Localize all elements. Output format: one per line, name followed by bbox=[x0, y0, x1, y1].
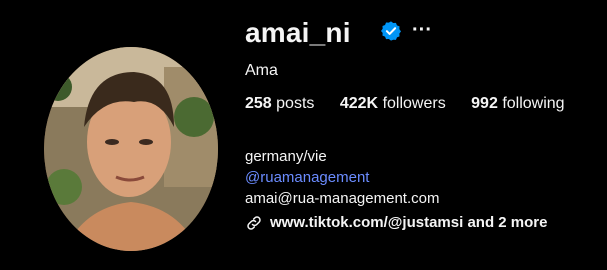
profile-stats: 258 posts 422K followers 992 following bbox=[245, 93, 586, 115]
more-options-icon[interactable]: ··· bbox=[412, 15, 432, 45]
links-text[interactable]: www.tiktok.com/@justamsi and 2 more bbox=[270, 212, 547, 233]
followers-count: 422K bbox=[339, 95, 379, 112]
profile-bio: germany/vie @ruamanagement amai@rua-mana… bbox=[245, 146, 439, 209]
profile-links[interactable]: www.tiktok.com/@justamsi and 2 more bbox=[245, 212, 547, 233]
profile-full-name: Ama bbox=[245, 62, 278, 79]
posts-count: 258 bbox=[245, 95, 272, 112]
bio-mention-link[interactable]: @ruamanagement bbox=[245, 167, 439, 188]
followers-label: followers bbox=[382, 95, 446, 112]
posts-stat: 258 posts bbox=[245, 95, 314, 112]
following-count: 992 bbox=[471, 95, 498, 112]
verified-badge-icon bbox=[381, 21, 401, 41]
profile-avatar[interactable] bbox=[44, 47, 218, 251]
link-icon bbox=[247, 215, 261, 230]
profile-username: amai_ni bbox=[245, 17, 351, 48]
following-stat[interactable]: 992 following bbox=[471, 95, 564, 112]
bio-email: amai@rua-management.com bbox=[245, 190, 440, 207]
following-label: following bbox=[502, 95, 565, 112]
followers-stat[interactable]: 422K followers bbox=[340, 95, 446, 112]
bio-location: germany/vie bbox=[245, 148, 327, 165]
posts-label: posts bbox=[276, 95, 315, 112]
